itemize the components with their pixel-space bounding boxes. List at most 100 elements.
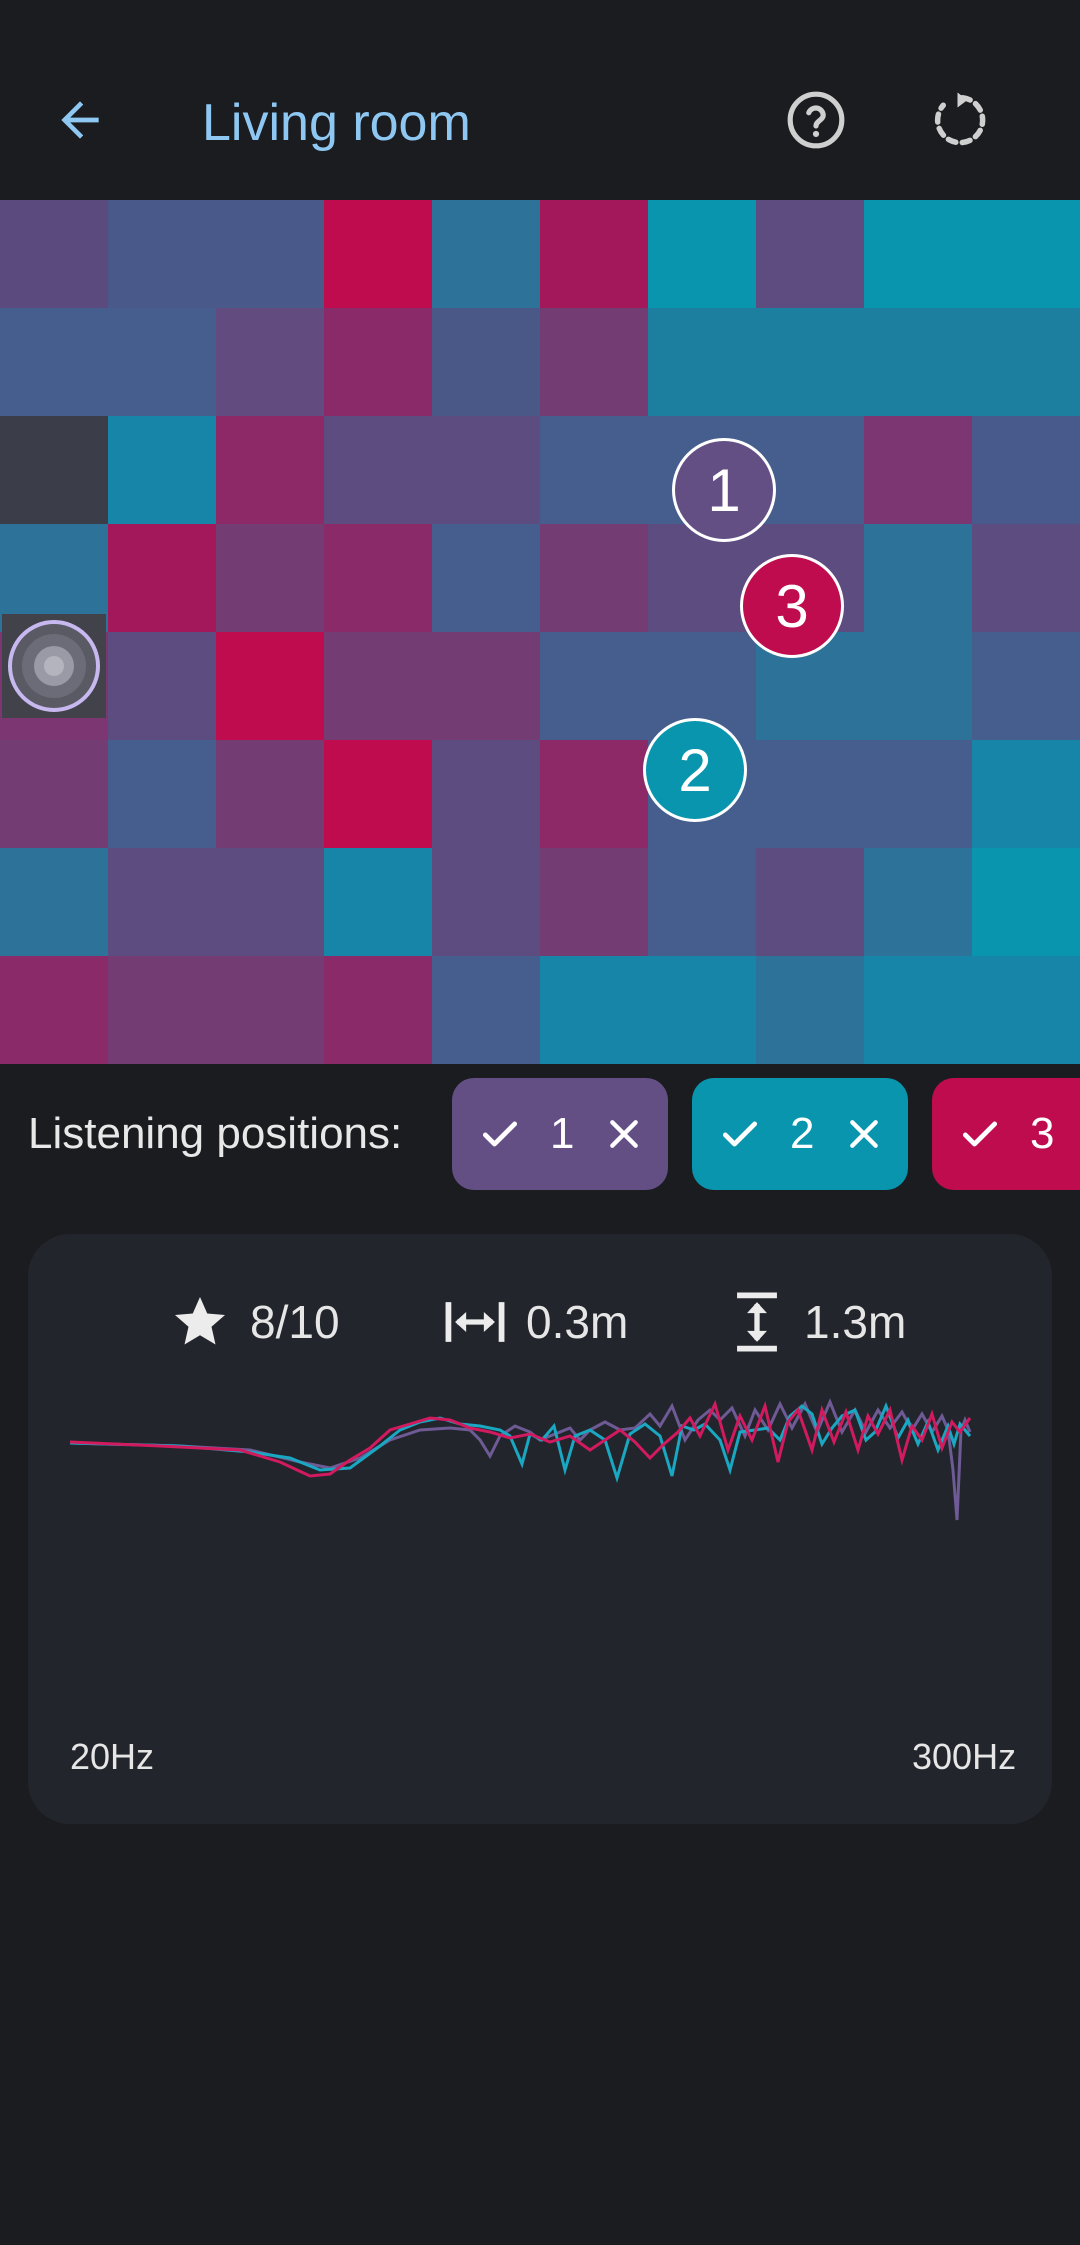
close-icon[interactable] [844, 1114, 884, 1154]
grid-cell[interactable] [324, 416, 432, 524]
page-title: Living room [202, 94, 471, 152]
grid-cell[interactable] [864, 632, 972, 740]
room-heatmap[interactable]: 1 3 2 [0, 200, 1080, 1131]
grid-cell[interactable] [216, 740, 324, 848]
star-icon [175, 1297, 225, 1345]
grid-cell[interactable] [756, 956, 864, 1064]
grid-cell[interactable] [432, 632, 540, 740]
check-icon [482, 1121, 518, 1147]
grid-cell[interactable] [108, 524, 216, 632]
check-icon [722, 1121, 758, 1147]
check-icon [962, 1121, 998, 1147]
grid-cell[interactable] [540, 740, 648, 848]
grid-cell[interactable] [324, 740, 432, 848]
grid-cell[interactable] [432, 740, 540, 848]
grid-cell[interactable] [108, 200, 216, 308]
grid-cell[interactable] [756, 848, 864, 956]
grid-cell[interactable] [0, 200, 108, 308]
grid-cell[interactable] [864, 416, 972, 524]
grid-cell[interactable] [0, 848, 108, 956]
position-marker-3[interactable]: 3 [740, 554, 844, 658]
chip-label: 3 [1030, 1109, 1055, 1158]
grid-cell[interactable] [864, 848, 972, 956]
grid-cell[interactable] [216, 200, 324, 308]
grid-cell[interactable] [0, 740, 108, 848]
grid-cell[interactable] [324, 308, 432, 416]
width-value: 0.3m [526, 1296, 629, 1348]
height-arrows-icon [737, 1292, 777, 1352]
grid-cell[interactable] [648, 956, 756, 1064]
position-chip-3[interactable]: 3 [932, 1078, 1080, 1190]
position-marker-2[interactable]: 2 [643, 718, 747, 822]
grid-cell[interactable] [864, 308, 972, 416]
grid-cell[interactable] [648, 524, 756, 632]
grid-cell[interactable] [540, 308, 648, 416]
grid-cell[interactable] [972, 524, 1080, 632]
rating-value: 8/10 [250, 1296, 340, 1348]
grid-cell[interactable] [648, 200, 756, 308]
grid-cell[interactable] [324, 848, 432, 956]
grid-cell[interactable] [972, 740, 1080, 848]
width-arrows-icon [445, 1302, 505, 1342]
grid-cell[interactable] [432, 308, 540, 416]
grid-cell[interactable] [432, 524, 540, 632]
grid-cell[interactable] [972, 956, 1080, 1064]
grid-cell[interactable] [216, 632, 324, 740]
grid-cell[interactable] [0, 308, 108, 416]
grid-cell[interactable] [972, 416, 1080, 524]
grid-cell[interactable] [972, 308, 1080, 416]
grid-cell[interactable] [216, 848, 324, 956]
grid-cell[interactable] [432, 848, 540, 956]
grid-cell[interactable] [432, 416, 540, 524]
grid-cell[interactable] [108, 848, 216, 956]
grid-cell[interactable] [972, 200, 1080, 308]
grid-cell[interactable] [0, 956, 108, 1064]
grid-cell[interactable] [540, 632, 648, 740]
grid-cell[interactable] [648, 848, 756, 956]
grid-cell[interactable] [108, 740, 216, 848]
grid-cell[interactable] [216, 524, 324, 632]
frequency-response-chart [69, 1398, 972, 1521]
grid-cell[interactable] [324, 632, 432, 740]
grid-cell[interactable] [216, 416, 324, 524]
grid-cell[interactable] [108, 308, 216, 416]
grid-cell[interactable] [324, 200, 432, 308]
arrow-left-icon [61, 101, 99, 139]
grid-cell[interactable] [324, 524, 432, 632]
position-marker-1[interactable]: 1 [672, 438, 776, 542]
grid-cell[interactable] [216, 308, 324, 416]
grid-cell[interactable] [756, 308, 864, 416]
position-chip-1[interactable]: 1 [452, 1078, 668, 1190]
grid-cell[interactable] [540, 848, 648, 956]
grid-cell[interactable] [648, 308, 756, 416]
grid-cell[interactable] [864, 956, 972, 1064]
help-button[interactable] [776, 80, 856, 160]
position-chip-2[interactable]: 2 [692, 1078, 908, 1190]
grid-cell[interactable] [540, 524, 648, 632]
chip-label: 2 [790, 1109, 815, 1158]
back-button[interactable] [40, 80, 120, 160]
grid-cell[interactable] [324, 956, 432, 1064]
grid-cell[interactable] [108, 632, 216, 740]
grid-cell[interactable] [864, 524, 972, 632]
reset-button[interactable] [920, 80, 1000, 160]
grid-cell[interactable] [432, 200, 540, 308]
grid-cell[interactable] [0, 416, 108, 524]
grid-cell[interactable] [972, 848, 1080, 956]
grid-cell[interactable] [864, 200, 972, 308]
grid-cell[interactable] [108, 956, 216, 1064]
grid-cell[interactable] [108, 416, 216, 524]
close-icon[interactable] [604, 1114, 644, 1154]
grid-cell[interactable] [216, 956, 324, 1064]
grid-cell[interactable] [540, 416, 648, 524]
speaker-icon [8, 620, 100, 712]
grid-cell[interactable] [432, 956, 540, 1064]
grid-cell[interactable] [972, 632, 1080, 740]
grid-cell[interactable] [756, 740, 864, 848]
grid-cell[interactable] [756, 200, 864, 308]
grid-cell[interactable] [864, 740, 972, 848]
grid-cell[interactable] [540, 200, 648, 308]
grid-cell[interactable] [540, 956, 648, 1064]
chip-label: 1 [550, 1109, 575, 1158]
speaker-marker[interactable] [2, 614, 106, 718]
